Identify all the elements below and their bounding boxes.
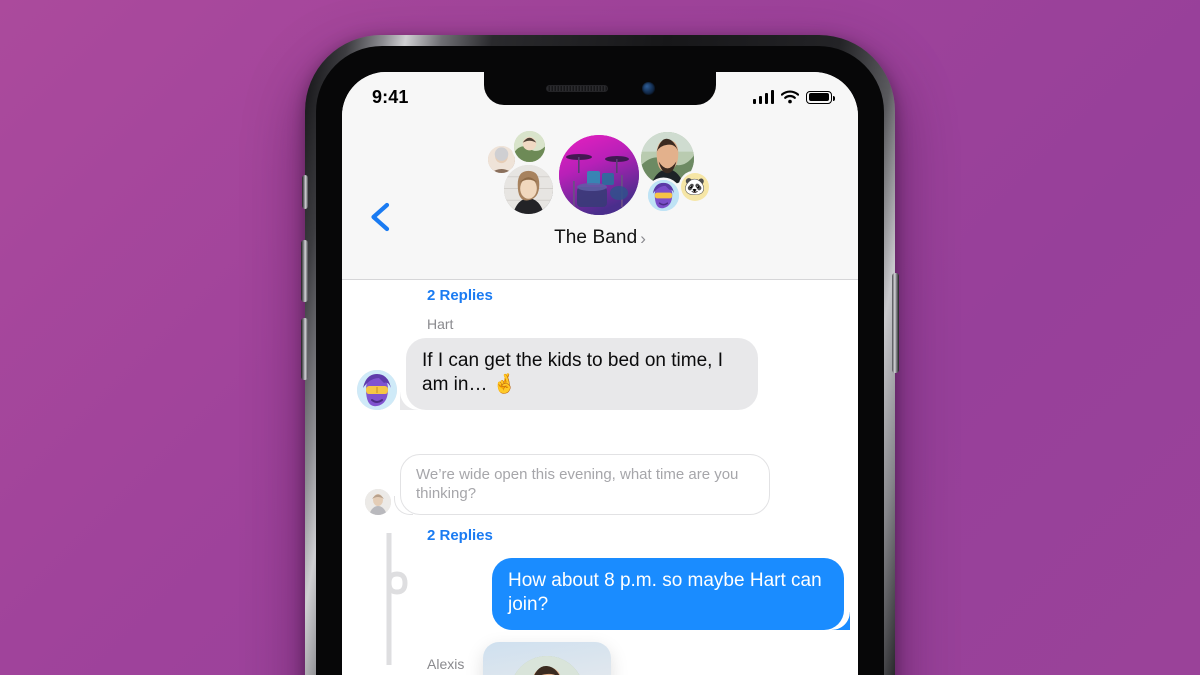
battery-icon (806, 90, 836, 104)
front-camera-icon (641, 82, 655, 95)
group-avatar-the-band[interactable] (559, 135, 639, 215)
message-row-hart[interactable]: If I can get the kids to bed on time, I … (342, 338, 858, 410)
cellular-signal-icon (752, 89, 774, 104)
avatar-participant-b[interactable] (514, 131, 545, 162)
avatar-face-art (365, 489, 391, 515)
group-title-row[interactable]: The Band › (554, 227, 646, 249)
phone-device: 🐼 The Band › 9:41 2 Replies Hart If I ca… (301, 35, 899, 675)
earpiece-speaker-icon (545, 85, 608, 92)
sender-name-hart: Hart (427, 316, 454, 332)
avatar-kirk-large (510, 656, 584, 675)
battery-fill (808, 93, 830, 101)
message-bubble-outgoing[interactable]: How about 8 p.m. so maybe Hart can join? (492, 558, 844, 630)
group-header[interactable]: 🐼 The Band › (342, 128, 858, 249)
volume-up-button[interactable] (301, 240, 308, 302)
status-icons (752, 89, 836, 104)
phone-screen: 🐼 The Band › 9:41 2 Replies Hart If I ca… (342, 72, 858, 675)
memoji-face-icon (357, 369, 397, 410)
avatar-cluster[interactable]: 🐼 (485, 128, 715, 224)
thread-connector-line (386, 533, 408, 665)
avatar-face-art (504, 165, 553, 214)
wifi-icon (781, 90, 799, 104)
replies-link-mid[interactable]: 2 Replies (427, 527, 858, 544)
chevron-right-icon: › (640, 229, 646, 248)
volume-down-button[interactable] (301, 318, 308, 380)
avatar-face-art (514, 131, 545, 162)
avatar-alexis-small[interactable] (365, 489, 391, 515)
power-button[interactable] (892, 273, 899, 373)
panda-glyph: 🐼 (684, 177, 706, 196)
message-bubble-faded[interactable]: We’re wide open this evening, what time … (394, 453, 770, 516)
avatar-face-art (510, 656, 584, 675)
group-title: The Band (554, 227, 638, 248)
message-row-faded[interactable]: We’re wide open this evening, what time … (342, 453, 858, 516)
memoji-face-icon (648, 180, 679, 211)
status-time: 9:41 (372, 86, 409, 107)
avatar-panda-memoji[interactable]: 🐼 (681, 173, 709, 201)
message-bubble-hart[interactable]: If I can get the kids to bed on time, I … (406, 338, 758, 410)
conversation-list[interactable]: 2 Replies Hart If I can get the kids to … (342, 281, 858, 675)
avatar-hart-memoji[interactable] (648, 180, 679, 211)
drum-kit-photo (559, 135, 639, 215)
avatar-hart[interactable] (357, 369, 397, 410)
avatar-alexis[interactable] (504, 165, 553, 214)
replies-link-top[interactable]: 2 Replies (427, 287, 858, 304)
contact-popup-kirk[interactable]: Kirk (483, 642, 611, 675)
mute-switch-button[interactable] (302, 175, 308, 209)
message-row-outgoing[interactable]: How about 8 p.m. so maybe Hart can join? (342, 558, 858, 630)
device-notch (484, 72, 716, 105)
